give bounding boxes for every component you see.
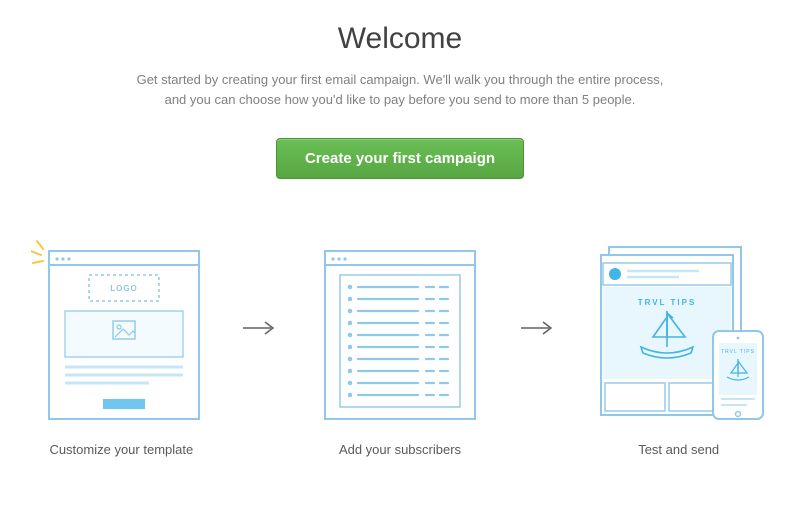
arrow-icon	[241, 239, 281, 337]
step-add-subscribers: Add your subscribers	[309, 239, 492, 457]
step-test-send: TRVL TIPS TRVL TIPS	[587, 239, 770, 457]
test-send-illustration: TRVL TIPS TRVL TIPS	[589, 239, 769, 424]
step-label: Customize your template	[49, 442, 193, 457]
svg-text:LOGO: LOGO	[111, 284, 139, 293]
welcome-header: Welcome Get started by creating your fir…	[0, 0, 800, 179]
step-customize-template: LOGO Customize your template	[30, 239, 213, 457]
svg-text:TRVL TIPS: TRVL TIPS	[721, 349, 755, 355]
page-subtitle: Get started by creating your first email…	[130, 70, 670, 110]
step-label: Test and send	[638, 442, 719, 457]
page-title: Welcome	[0, 22, 800, 56]
subscribers-illustration	[310, 239, 490, 424]
step-label: Add your subscribers	[339, 442, 461, 457]
create-campaign-button[interactable]: Create your first campaign	[276, 138, 524, 179]
template-illustration: LOGO	[31, 239, 211, 424]
arrow-icon	[519, 239, 559, 337]
svg-text:TRVL TIPS: TRVL TIPS	[637, 298, 696, 307]
onboarding-steps: LOGO Customize your template	[0, 239, 800, 457]
